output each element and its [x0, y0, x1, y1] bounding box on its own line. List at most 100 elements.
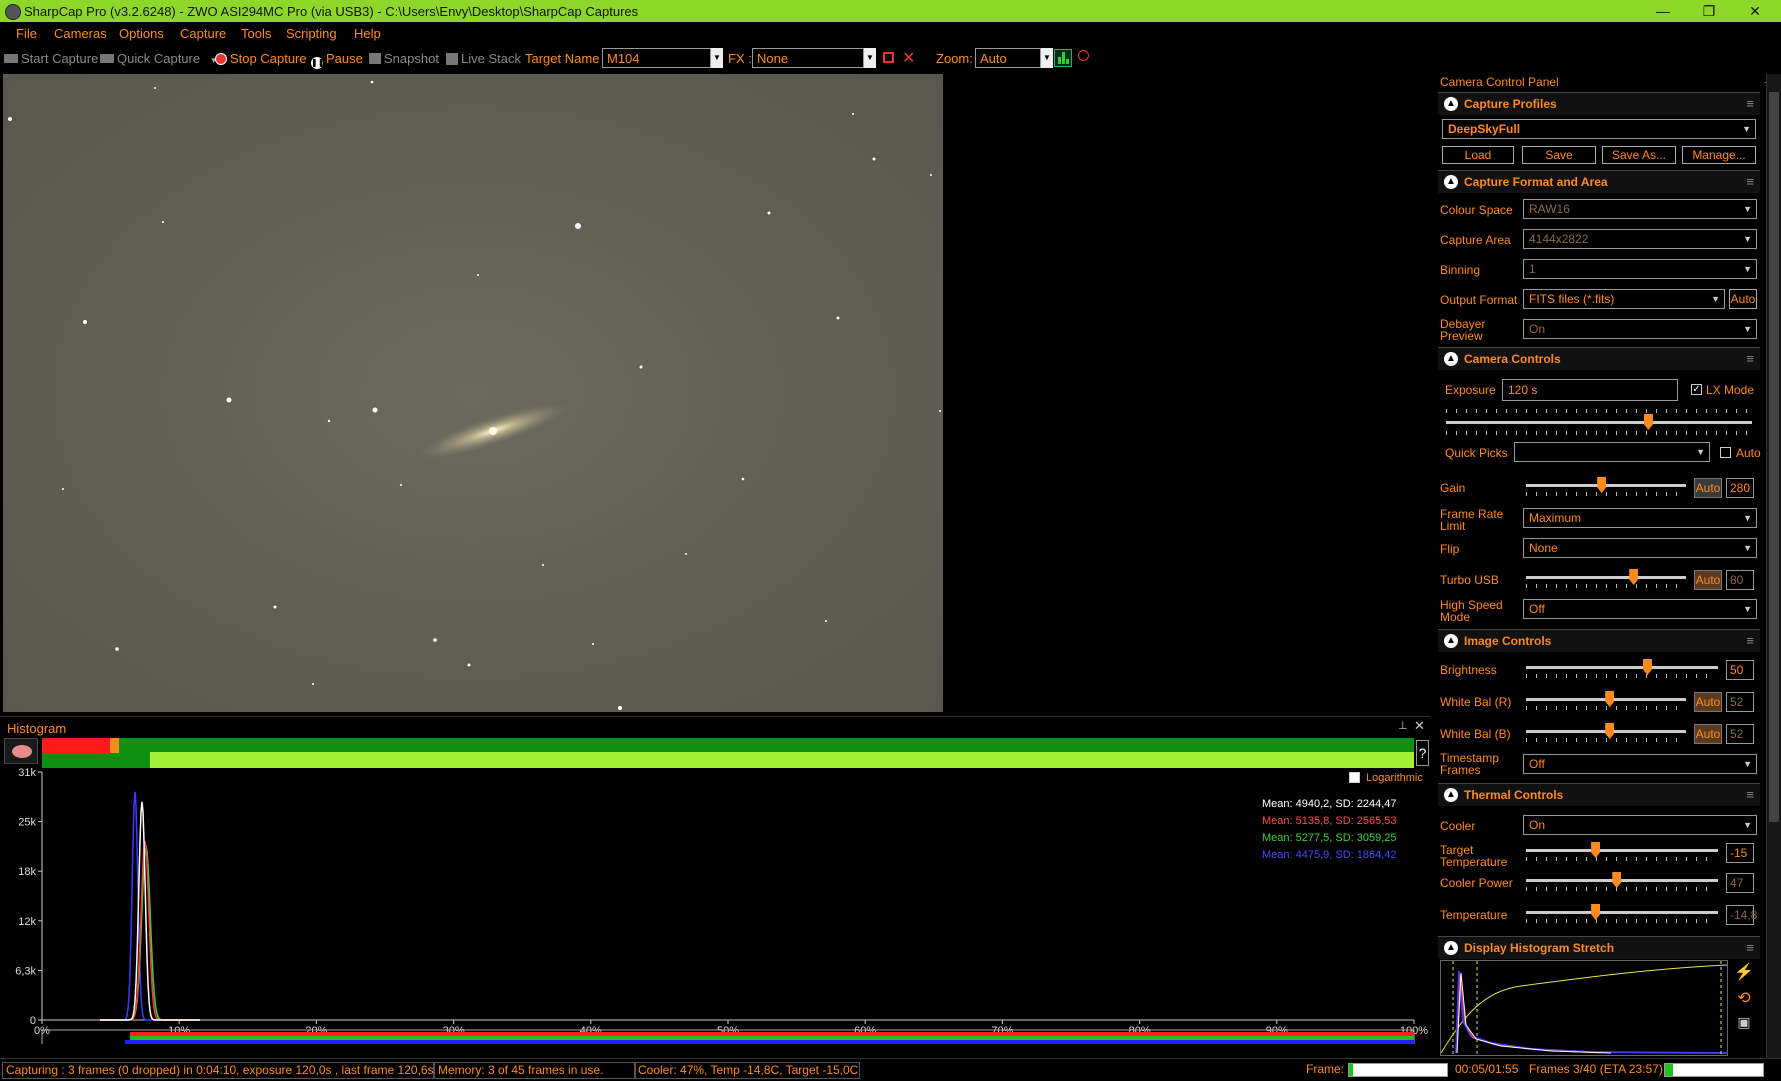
exposure-slider-thumb[interactable]: [1643, 414, 1653, 430]
save-as-profile-button[interactable]: Save As...: [1602, 146, 1676, 164]
chevron-up-icon[interactable]: ▲: [1444, 634, 1458, 648]
menu-cameras[interactable]: Cameras: [54, 26, 107, 41]
frame-rate-label: Frame Rate Limit: [1440, 507, 1504, 533]
brain-icon[interactable]: [4, 738, 38, 764]
image-viewer[interactable]: [3, 74, 1431, 714]
turbo-usb-auto-button[interactable]: Auto: [1694, 570, 1722, 590]
snapshot-button[interactable]: Snapshot: [369, 51, 439, 66]
section-camera-controls[interactable]: ▲ Camera Controls ≡: [1438, 347, 1760, 370]
brightness-slider-thumb[interactable]: [1642, 659, 1652, 675]
fx-dropdown[interactable]: ▼: [864, 48, 876, 68]
lightning-icon[interactable]: ⚡: [1734, 962, 1754, 982]
ccp-scrollbar[interactable]: [1766, 74, 1781, 1058]
brightness-value[interactable]: 50: [1726, 660, 1754, 680]
save-icon[interactable]: ▣: [1734, 1014, 1754, 1034]
live-stack-button[interactable]: Live Stack: [446, 51, 521, 66]
target-name-dropdown[interactable]: ▼: [711, 48, 723, 68]
cooler-select[interactable]: On ▼: [1523, 815, 1757, 835]
select-roi-icon[interactable]: [883, 52, 894, 63]
capture-area-select[interactable]: 4144x2822 ▼: [1523, 229, 1757, 249]
target-temperature-slider[interactable]: [1526, 849, 1718, 852]
clear-fx-icon[interactable]: ✕: [902, 48, 915, 68]
section-display-stretch[interactable]: ▲ Display Histogram Stretch ≡: [1438, 936, 1760, 959]
manage-profiles-button[interactable]: Manage...: [1682, 146, 1756, 164]
ccp-scrollbar-thumb[interactable]: [1769, 92, 1779, 822]
maximize-button[interactable]: ❐: [1686, 0, 1732, 22]
chevron-up-icon[interactable]: ▲: [1444, 97, 1458, 111]
gain-slider-thumb[interactable]: [1597, 477, 1607, 493]
section-capture-format[interactable]: ▲ Capture Format and Area ≡: [1438, 170, 1760, 193]
binning-select[interactable]: 1 ▼: [1523, 259, 1757, 279]
title-bar: SharpCap Pro (v3.2.6248) - ZWO ASI294MC …: [0, 0, 1781, 22]
quick-picks-select[interactable]: ▼: [1514, 442, 1710, 462]
menu-icon[interactable]: ≡: [1746, 633, 1754, 648]
histogram-close-button[interactable]: ✕: [1414, 718, 1425, 734]
profile-select[interactable]: DeepSkyFull ▼: [1442, 119, 1756, 139]
menu-options[interactable]: Options: [119, 26, 164, 41]
histogram-icon[interactable]: [1054, 49, 1072, 67]
frame-rate-select[interactable]: Maximum ▼: [1523, 508, 1757, 528]
target-temperature-value[interactable]: -15: [1726, 843, 1754, 863]
histogram-help-button[interactable]: ?: [1416, 740, 1429, 766]
menu-icon[interactable]: ≡: [1746, 351, 1754, 366]
pause-button[interactable]: ❚❚ Pause: [311, 51, 363, 69]
quick-picks-auto-checkbox[interactable]: [1720, 447, 1731, 458]
gain-auto-button[interactable]: Auto: [1694, 478, 1722, 498]
white-bal-b-slider-thumb[interactable]: [1605, 723, 1615, 739]
stretch-histogram[interactable]: [1440, 960, 1728, 1056]
focus-assistant-icon[interactable]: [1078, 50, 1089, 61]
start-capture-button[interactable]: Start Capture: [4, 51, 98, 66]
turbo-usb-value[interactable]: 80: [1726, 570, 1754, 590]
white-bal-r-slider-thumb[interactable]: [1605, 691, 1615, 707]
colour-space-select[interactable]: RAW16 ▼: [1523, 199, 1757, 219]
pin-icon[interactable]: ⊥: [1398, 719, 1408, 732]
menu-capture[interactable]: Capture: [180, 26, 226, 41]
section-capture-profiles[interactable]: ▲ Capture Profiles ≡: [1438, 92, 1760, 115]
menu-icon[interactable]: ≡: [1746, 787, 1754, 802]
quick-capture-button[interactable]: Quick Capture ▼: [100, 51, 218, 66]
chevron-up-icon[interactable]: ▲: [1444, 352, 1458, 366]
white-bal-r-value[interactable]: 52: [1726, 692, 1754, 712]
minimize-button[interactable]: —: [1640, 0, 1686, 22]
zoom-dropdown[interactable]: ▼: [1041, 48, 1053, 68]
turbo-usb-slider[interactable]: [1526, 576, 1686, 579]
white-bal-b-auto-button[interactable]: Auto: [1694, 724, 1722, 744]
black-level-handle[interactable]: [110, 738, 119, 753]
menu-help[interactable]: Help: [354, 26, 381, 41]
flip-select[interactable]: None ▼: [1523, 538, 1757, 558]
exposure-slider[interactable]: [1446, 421, 1752, 424]
lx-mode-checkbox[interactable]: ✓: [1691, 384, 1702, 395]
section-thermal-controls[interactable]: ▲ Thermal Controls ≡: [1438, 783, 1760, 806]
save-profile-button[interactable]: Save: [1522, 146, 1596, 164]
timestamp-frames-select[interactable]: Off ▼: [1523, 754, 1757, 774]
chevron-up-icon[interactable]: ▲: [1444, 788, 1458, 802]
load-profile-button[interactable]: Load: [1442, 146, 1514, 164]
target-name-input[interactable]: M104: [602, 48, 711, 68]
menu-file[interactable]: File: [16, 26, 37, 41]
chevron-up-icon[interactable]: ▲: [1444, 941, 1458, 955]
brightness-slider[interactable]: [1526, 666, 1718, 669]
binning-label: Binning: [1440, 263, 1481, 277]
debayer-preview-select[interactable]: On ▼: [1523, 319, 1757, 339]
gain-value[interactable]: 280: [1726, 478, 1754, 498]
close-button[interactable]: ✕: [1732, 0, 1778, 22]
reset-icon[interactable]: ⟲: [1734, 988, 1754, 1008]
white-bal-b-value[interactable]: 52: [1726, 724, 1754, 744]
menu-scripting[interactable]: Scripting: [286, 26, 337, 41]
high-speed-select[interactable]: Off ▼: [1523, 599, 1757, 619]
zoom-input[interactable]: Auto: [975, 48, 1041, 68]
menu-icon[interactable]: ≡: [1746, 940, 1754, 955]
turbo-usb-slider-thumb[interactable]: [1629, 569, 1639, 585]
target-temperature-slider-thumb[interactable]: [1591, 842, 1601, 858]
white-bal-r-auto-button[interactable]: Auto: [1694, 692, 1722, 712]
menu-icon[interactable]: ≡: [1746, 96, 1754, 111]
section-image-controls[interactable]: ▲ Image Controls ≡: [1438, 629, 1760, 652]
chevron-up-icon[interactable]: ▲: [1444, 175, 1458, 189]
menu-tools[interactable]: Tools: [241, 26, 271, 41]
output-format-auto-button[interactable]: Auto: [1729, 289, 1757, 309]
stop-capture-button[interactable]: Stop Capture: [215, 51, 307, 66]
fx-input[interactable]: None: [752, 48, 864, 68]
menu-icon[interactable]: ≡: [1746, 174, 1754, 189]
output-format-select[interactable]: FITS files (*.fits) ▼: [1523, 289, 1725, 309]
exposure-input[interactable]: 120 s: [1502, 379, 1678, 401]
